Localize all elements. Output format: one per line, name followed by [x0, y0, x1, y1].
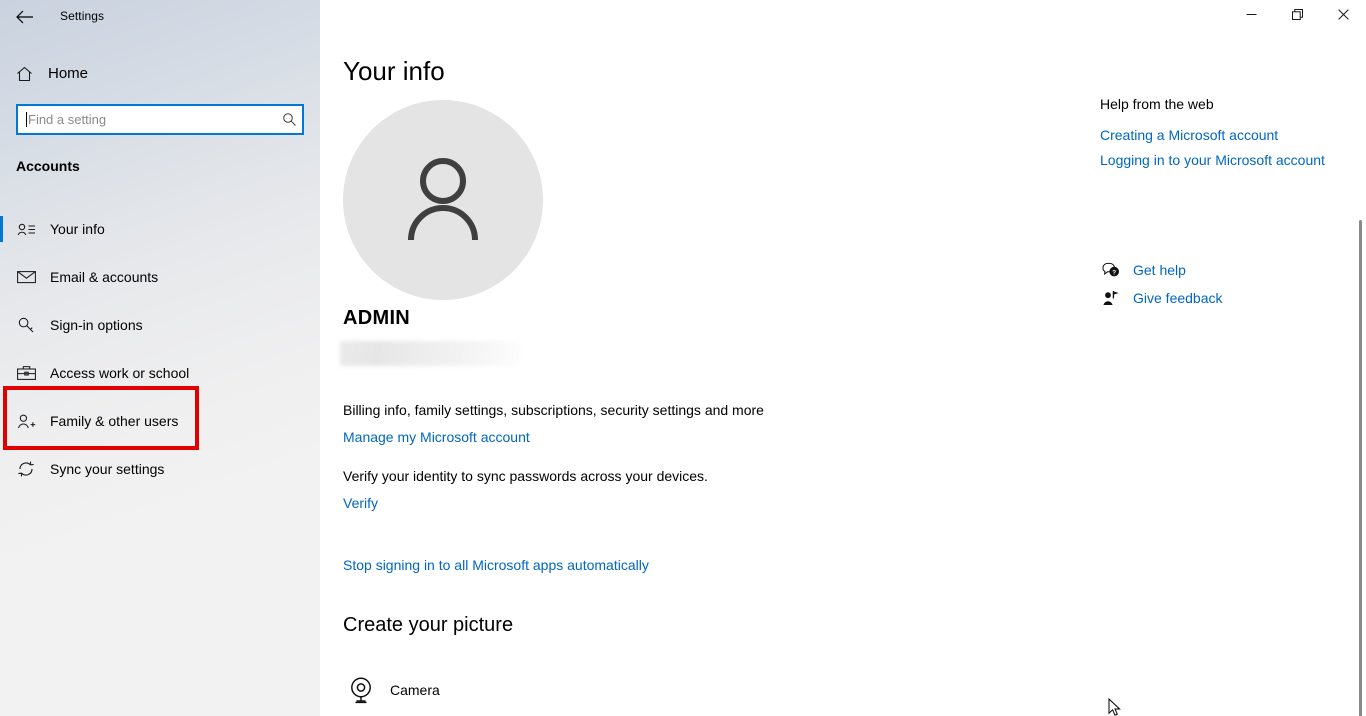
- vertical-scrollbar-thumb[interactable]: [1359, 220, 1362, 716]
- close-button[interactable]: [1320, 0, 1366, 32]
- briefcase-icon: [6, 365, 46, 381]
- sidebar-item-home[interactable]: Home: [0, 60, 320, 87]
- accent-bar: [0, 456, 3, 482]
- minimize-icon: [1246, 7, 1257, 25]
- sidebar-item-label: Your info: [50, 221, 105, 237]
- accent-bar: [0, 264, 3, 290]
- svg-text:?: ?: [1112, 269, 1116, 276]
- active-accent-bar: [0, 216, 3, 242]
- help-panel: Help from the web Creating a Microsoft a…: [1100, 96, 1350, 312]
- redacted-email: [340, 341, 520, 366]
- avatar[interactable]: [343, 100, 543, 300]
- accent-bar: [0, 360, 3, 386]
- accent-bar: [0, 408, 3, 434]
- main-content: Your info ADMIN Billing info, family set…: [320, 0, 1366, 716]
- search-icon[interactable]: [276, 112, 302, 127]
- add-user-icon: [6, 413, 46, 430]
- sidebar-item-family-other-users[interactable]: Family & other users: [0, 397, 320, 445]
- help-actions: ? Get help Give feedback: [1100, 256, 1350, 312]
- camera-label: Camera: [390, 682, 440, 698]
- sidebar-item-sync-settings[interactable]: Sync your settings: [0, 445, 320, 493]
- key-icon: [6, 316, 46, 334]
- sidebar-item-email-accounts[interactable]: Email & accounts: [0, 253, 320, 301]
- envelope-icon: [6, 270, 46, 284]
- verify-identity-description: Verify your identity to sync passwords a…: [343, 468, 708, 484]
- sidebar-item-label: Family & other users: [50, 413, 179, 429]
- search-input[interactable]: [27, 106, 276, 133]
- sidebar-category-label: Accounts: [16, 158, 80, 174]
- restore-icon: [1291, 7, 1303, 25]
- contact-card-icon: [6, 222, 46, 237]
- back-arrow-icon: [15, 10, 33, 24]
- sidebar-nav-list: Your info Email & accounts Sign-in optio…: [0, 205, 320, 493]
- billing-description: Billing info, family settings, subscript…: [343, 402, 764, 418]
- feedback-person-icon: [1100, 288, 1122, 308]
- search-box[interactable]: [16, 104, 304, 135]
- sidebar-item-label: Email & accounts: [50, 269, 159, 285]
- sidebar-item-signin-options[interactable]: Sign-in options: [0, 301, 320, 349]
- sidebar: Settings Home Accounts: [0, 0, 320, 716]
- sync-icon: [6, 460, 46, 478]
- help-link-logging-in[interactable]: Logging in to your Microsoft account: [1100, 152, 1350, 168]
- home-label: Home: [48, 65, 89, 82]
- minimize-button[interactable]: [1228, 0, 1274, 32]
- person-avatar-icon: [393, 148, 493, 253]
- get-help-label: Get help: [1133, 262, 1186, 278]
- create-picture-heading: Create your picture: [343, 614, 514, 636]
- vertical-scrollbar-track[interactable]: [1354, 100, 1366, 716]
- sidebar-titlebar: Settings: [0, 0, 320, 34]
- help-link-creating-account[interactable]: Creating a Microsoft account: [1100, 127, 1350, 143]
- stop-signing-in-link[interactable]: Stop signing in to all Microsoft apps au…: [343, 557, 649, 573]
- help-heading: Help from the web: [1100, 96, 1214, 112]
- user-name: ADMIN: [343, 307, 411, 329]
- webcam-icon: [342, 671, 380, 709]
- restore-button[interactable]: [1274, 0, 1320, 32]
- settings-window: Settings Home Accounts: [0, 0, 1366, 716]
- give-feedback-button[interactable]: Give feedback: [1100, 284, 1350, 312]
- home-icon: [4, 66, 44, 82]
- close-icon: [1337, 7, 1349, 25]
- sidebar-item-label: Access work or school: [50, 365, 190, 381]
- question-bubble-icon: ?: [1100, 260, 1122, 280]
- verify-link[interactable]: Verify: [343, 495, 378, 511]
- sidebar-item-your-info[interactable]: Your info: [0, 205, 320, 253]
- accent-bar: [0, 312, 3, 338]
- window-controls: [1228, 0, 1366, 32]
- app-title: Settings: [60, 9, 105, 23]
- back-button[interactable]: [8, 2, 40, 32]
- sidebar-item-label: Sign-in options: [50, 317, 143, 333]
- sidebar-item-access-work-school[interactable]: Access work or school: [0, 349, 320, 397]
- camera-option[interactable]: Camera: [342, 671, 440, 709]
- page-title: Your info: [343, 56, 445, 86]
- get-help-button[interactable]: ? Get help: [1100, 256, 1350, 284]
- give-feedback-label: Give feedback: [1133, 290, 1223, 306]
- sidebar-item-label: Sync your settings: [50, 461, 165, 477]
- manage-microsoft-account-link[interactable]: Manage my Microsoft account: [343, 429, 530, 445]
